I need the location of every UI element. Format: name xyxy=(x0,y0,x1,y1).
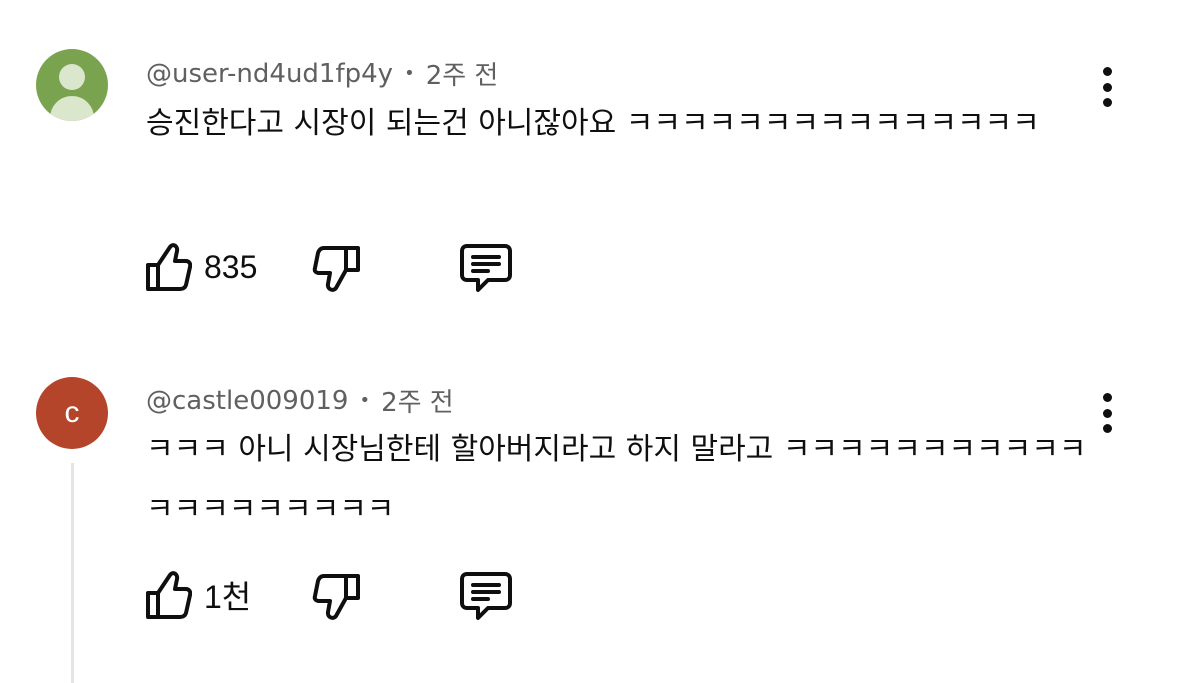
thumbs-up-icon xyxy=(146,571,192,619)
reply-button[interactable] xyxy=(458,242,514,294)
avatar-letter: c xyxy=(64,396,80,429)
like-count: 835 xyxy=(204,248,258,285)
comment-author[interactable]: @user-nd4ud1fp4y xyxy=(146,59,393,89)
meta-separator: • xyxy=(359,390,371,411)
comment-header: @user-nd4ud1fp4y • 2주 전 xyxy=(146,55,498,92)
reply-thread-line xyxy=(71,463,74,683)
like-button[interactable]: 1천 xyxy=(144,568,251,622)
avatar[interactable]: c xyxy=(36,377,108,449)
comment-actions: 835 xyxy=(144,240,544,294)
like-count: 1천 xyxy=(204,579,252,615)
avatar-person-icon-body xyxy=(50,96,94,121)
comment-text: ㅋㅋㅋ 아니 시장님한테 할아버지라고 하지 말라고 ㅋㅋㅋㅋㅋㅋㅋㅋㅋㅋㅋㅋㅋ… xyxy=(146,432,1087,527)
comment-actions: 1천 xyxy=(144,568,544,622)
more-vertical-icon[interactable] xyxy=(1094,67,1120,107)
meta-separator: • xyxy=(404,63,415,84)
comment-icon xyxy=(460,572,512,620)
comment-author[interactable]: @castle009019 xyxy=(146,386,348,416)
avatar[interactable] xyxy=(36,49,108,121)
thumbs-up-icon xyxy=(146,243,192,291)
avatar-person-icon-head xyxy=(59,64,85,90)
comment-time[interactable]: 2주 전 xyxy=(381,382,454,419)
comment-time[interactable]: 2주 전 xyxy=(426,55,499,92)
comment-item: @user-nd4ud1fp4y • 2주 전 승진한다고 시장이 되는건 아니… xyxy=(0,0,1179,330)
thumbs-down-icon xyxy=(312,574,360,620)
thumbs-down-icon xyxy=(312,246,360,292)
like-button[interactable]: 835 xyxy=(144,240,257,294)
more-vertical-icon[interactable] xyxy=(1094,393,1120,433)
dislike-button[interactable] xyxy=(312,242,362,294)
comment-text: 승진한다고 시장이 되는건 아니잖아요 ㅋㅋㅋㅋㅋㅋㅋㅋㅋㅋㅋㅋㅋㅋㅋ xyxy=(146,106,1040,141)
comment-item: c @castle009019 • 2주 전 ㅋㅋㅋ 아니 시장님한테 할아버지… xyxy=(0,330,1179,683)
comment-icon xyxy=(460,244,512,292)
reply-button[interactable] xyxy=(458,570,514,622)
dislike-button[interactable] xyxy=(312,570,362,622)
comment-header: @castle009019 • 2주 전 xyxy=(146,382,454,419)
